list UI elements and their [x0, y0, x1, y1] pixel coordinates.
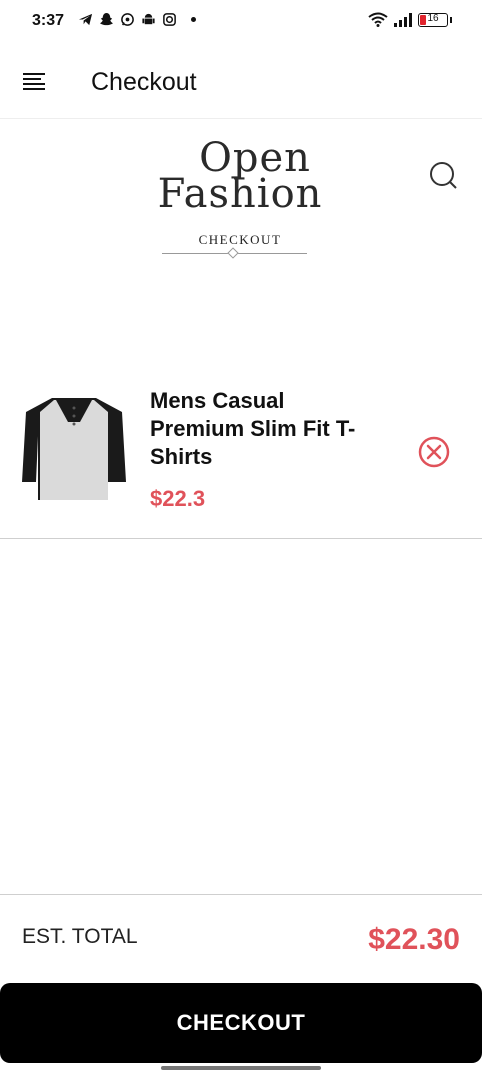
product-price: $22.3 [150, 486, 206, 511]
cart-item: Mens Casual Premium Slim Fit T-Shirts $2… [0, 380, 482, 539]
product-image [20, 394, 128, 504]
snapchat-icon [99, 12, 114, 26]
menu-icon [23, 73, 45, 75]
home-indicator[interactable] [161, 1066, 321, 1070]
checkout-button[interactable]: CHECKOUT [0, 983, 482, 1063]
app-header: Checkout [0, 44, 482, 119]
wifi-icon [368, 12, 388, 27]
battery-icon: 16 [418, 12, 448, 27]
search-icon [430, 162, 457, 189]
brand-subtitle: CHECKOUT [198, 232, 282, 247]
android-icon [142, 13, 155, 25]
status-time: 3:37 [32, 12, 65, 29]
more-notifications-dot [191, 17, 196, 22]
signal-icon [394, 12, 412, 27]
menu-button[interactable] [20, 71, 48, 93]
divider-ornament [227, 247, 239, 259]
product-name: Mens Casual Premium Slim Fit T-Shirts [150, 388, 356, 469]
telegram-icon [78, 13, 93, 26]
total-value: $22.30 [368, 923, 460, 956]
status-bar: 3:37 16 [0, 0, 482, 44]
system-icons: 16 [368, 12, 452, 27]
brand-wordmark: Open Fashion [157, 135, 323, 217]
brand-logo: Open Fashion CHECKOUT [150, 135, 330, 259]
total-label: EST. TOTAL [22, 925, 138, 948]
page-title: Checkout [91, 68, 197, 96]
divider [0, 894, 482, 895]
search-button[interactable] [428, 160, 460, 192]
close-circle-icon [418, 436, 450, 468]
notification-icons [78, 12, 196, 27]
remove-item-button[interactable] [417, 435, 451, 469]
battery-level: 16 [427, 12, 439, 24]
whatsapp-icon [121, 13, 134, 26]
instagram-icon [163, 13, 176, 26]
